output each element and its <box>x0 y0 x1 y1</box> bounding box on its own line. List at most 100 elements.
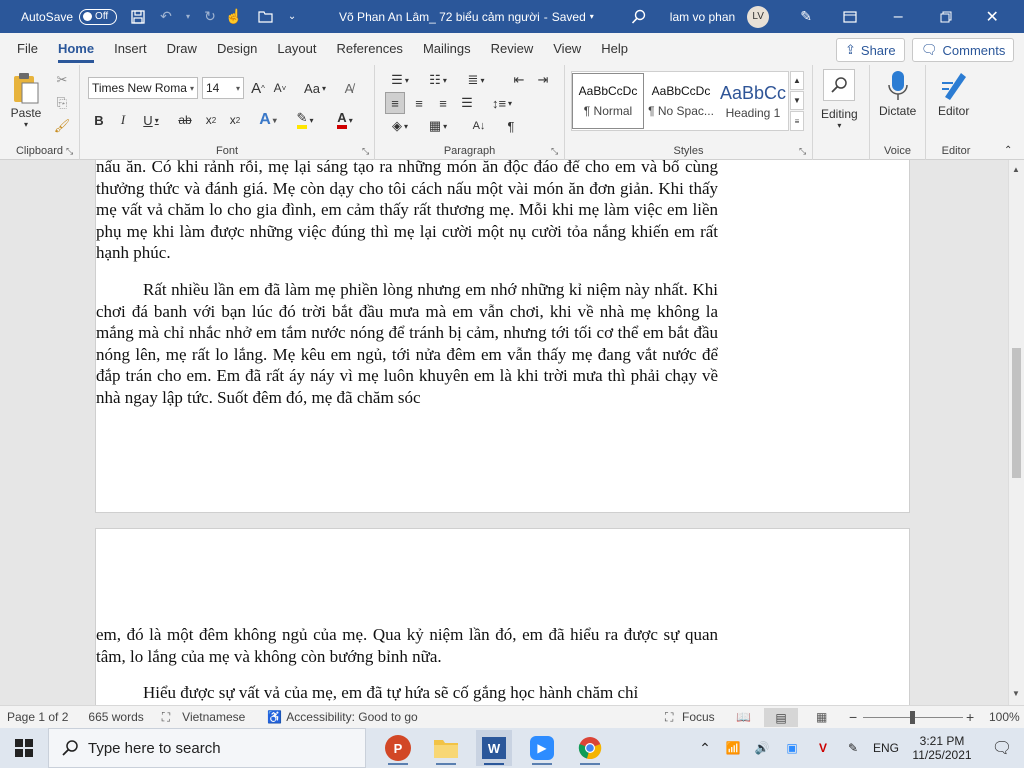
page-2-text[interactable]: em, đó là một đêm không ngủ của mẹ. Qua … <box>96 624 718 704</box>
align-left-icon[interactable]: ≡ <box>385 92 405 114</box>
chrome-icon[interactable] <box>572 730 608 766</box>
clear-formatting-icon[interactable]: A̸ <box>338 77 360 99</box>
word-count[interactable]: 665 words <box>88 710 143 724</box>
dictate-button[interactable]: Dictate <box>879 69 916 118</box>
redo-icon[interactable]: ↻ <box>199 6 221 28</box>
accessibility-icon[interactable]: ♿ <box>267 710 282 724</box>
zoom-slider-thumb[interactable] <box>910 711 915 724</box>
autosave-toggle[interactable]: Off <box>79 8 118 25</box>
tab-view[interactable]: View <box>543 33 591 65</box>
numbering-icon[interactable]: ☷ ▾ <box>423 69 453 91</box>
volume-icon[interactable]: 🔊 <box>748 741 776 755</box>
minimize-icon[interactable]: – <box>887 6 909 28</box>
saved-status[interactable]: Saved <box>552 10 586 24</box>
paragraph[interactable]: em, đó là một đêm không ngủ của mẹ. Qua … <box>96 624 718 667</box>
antivirus-icon[interactable]: V <box>808 741 838 755</box>
dialog-launcher-icon[interactable]: ⤡ <box>362 146 369 157</box>
document-title[interactable]: Võ Phan An Lâm_ 72 biểu cảm người <box>339 10 540 24</box>
justify-icon[interactable]: ☰ <box>457 92 477 114</box>
editing-button[interactable]: Editing ▾ <box>821 69 858 130</box>
collapse-ribbon-icon[interactable]: ⌃ <box>1004 145 1012 156</box>
tab-references[interactable]: References <box>326 33 412 65</box>
dialog-launcher-icon[interactable]: ⤡ <box>66 146 73 157</box>
page-count[interactable]: Page 1 of 2 <box>7 710 68 724</box>
style-no-spacing[interactable]: AaBbCcDc ¶ No Spac... <box>645 73 717 129</box>
open-folder-icon[interactable] <box>255 6 277 28</box>
paragraph[interactable]: nấu ăn. Có khi rảnh rỗi, mẹ lại sáng tạo… <box>96 160 718 264</box>
shrink-font-icon[interactable]: A ˅ <box>270 77 290 99</box>
text-effects-icon[interactable]: A ▾ <box>254 109 282 131</box>
font-name-input[interactable]: Times New Roma ▾ <box>88 77 198 99</box>
windows-icon[interactable] <box>0 730 48 766</box>
align-center-icon[interactable]: ≡ <box>409 92 429 114</box>
accessibility-status[interactable]: Accessibility: Good to go <box>286 710 417 724</box>
zoom-tray-icon[interactable]: ▣ <box>776 741 808 755</box>
styles-more-icon[interactable]: ≡ <box>790 111 804 131</box>
dialog-launcher-icon[interactable]: ⤡ <box>799 146 806 157</box>
tab-help[interactable]: Help <box>591 33 638 65</box>
style-normal[interactable]: AaBbCcDc ¶ Normal <box>572 73 644 129</box>
cut-icon[interactable]: ✂ <box>54 72 70 88</box>
shading-icon[interactable]: ◈ ▾ <box>385 115 415 137</box>
clock[interactable]: 3:21 PM 11/25/2021 <box>904 734 980 762</box>
align-right-icon[interactable]: ≡ <box>433 92 453 114</box>
zoom-level[interactable]: 100% <box>989 710 1020 724</box>
language-indicator[interactable]: ENG <box>868 741 904 755</box>
tab-mailings[interactable]: Mailings <box>413 33 481 65</box>
undo-icon[interactable]: ↶ <box>155 6 177 28</box>
grow-font-icon[interactable]: A ^ <box>248 77 268 99</box>
scroll-thumb[interactable] <box>1012 348 1021 478</box>
paragraph[interactable]: Rất nhiều lần em đã làm mẹ phiền lòng nh… <box>96 279 718 409</box>
paragraph[interactable]: Hiểu được sự vất vả của mẹ, em đã tự hứa… <box>96 682 718 704</box>
touch-mode-icon[interactable]: ☝ <box>223 6 245 28</box>
italic-icon[interactable]: I <box>114 109 132 131</box>
styles-up-icon[interactable]: ▲ <box>790 71 804 90</box>
page-1-text[interactable]: nấu ăn. Có khi rảnh rỗi, mẹ lại sáng tạo… <box>96 160 718 409</box>
bold-icon[interactable]: B <box>90 109 108 131</box>
superscript-icon[interactable]: x2 <box>224 109 246 131</box>
font-color-icon[interactable]: A ▾ <box>330 109 360 131</box>
tab-insert[interactable]: Insert <box>104 33 157 65</box>
editor-button[interactable]: Editor <box>938 69 969 118</box>
scroll-down-icon[interactable]: ▼ <box>1012 689 1020 698</box>
customize-toolbar-icon[interactable]: ⌄ <box>281 6 303 28</box>
word-taskbar-icon[interactable]: W <box>476 730 512 766</box>
zoom-in-icon[interactable]: + <box>966 709 974 725</box>
share-button[interactable]: ⇪ Share <box>836 38 905 62</box>
focus-label[interactable]: Focus <box>682 710 715 724</box>
chevron-down-icon[interactable]: ▾ <box>590 12 594 21</box>
undo-dropdown-icon[interactable]: ▾ <box>177 6 199 28</box>
restore-icon[interactable] <box>935 6 957 28</box>
multilevel-list-icon[interactable]: ≣ ▾ <box>461 69 491 91</box>
proofing-icon[interactable]: ⛶ <box>162 710 170 725</box>
strikethrough-icon[interactable]: ab <box>174 109 196 131</box>
subscript-icon[interactable]: x2 <box>200 109 222 131</box>
line-spacing-icon[interactable]: ↕≡ ▾ <box>487 92 517 114</box>
font-size-input[interactable]: 14 ▾ <box>202 77 244 99</box>
close-icon[interactable]: ✕ <box>981 6 1003 28</box>
sort-icon[interactable]: A↓ <box>469 115 489 137</box>
increase-indent-icon[interactable]: ⇥ <box>533 69 553 91</box>
language-label[interactable]: Vietnamese <box>182 710 245 724</box>
underline-icon[interactable]: U ▾ <box>138 109 164 131</box>
file-explorer-icon[interactable] <box>428 730 464 766</box>
powerpoint-icon[interactable]: P <box>380 730 416 766</box>
borders-icon[interactable]: ▦ ▾ <box>423 115 453 137</box>
pen-icon[interactable]: ✎ <box>795 6 817 28</box>
copy-icon[interactable]: ⎘ <box>54 95 70 111</box>
read-mode-icon[interactable]: 📖 <box>736 710 751 724</box>
zoom-out-icon[interactable]: − <box>849 709 857 725</box>
tab-review[interactable]: Review <box>481 33 544 65</box>
save-icon[interactable] <box>127 6 149 28</box>
vertical-scrollbar[interactable]: ▲ ▼ <box>1008 160 1024 705</box>
pen-tray-icon[interactable]: ✎ <box>838 741 868 755</box>
change-case-icon[interactable]: Aa ▾ <box>300 77 330 99</box>
decrease-indent-icon[interactable]: ⇤ <box>509 69 529 91</box>
search-icon[interactable] <box>628 6 650 28</box>
format-painter-icon[interactable]: 🖌 <box>54 118 71 134</box>
document-area[interactable]: nấu ăn. Có khi rảnh rỗi, mẹ lại sáng tạo… <box>0 160 1008 705</box>
style-heading-1[interactable]: AaBbCc Heading 1 <box>717 73 789 129</box>
notification-icon[interactable]: 🗨 <box>980 738 1024 758</box>
user-name[interactable]: lam vo phan <box>670 10 735 24</box>
avatar[interactable]: LV <box>747 5 770 28</box>
